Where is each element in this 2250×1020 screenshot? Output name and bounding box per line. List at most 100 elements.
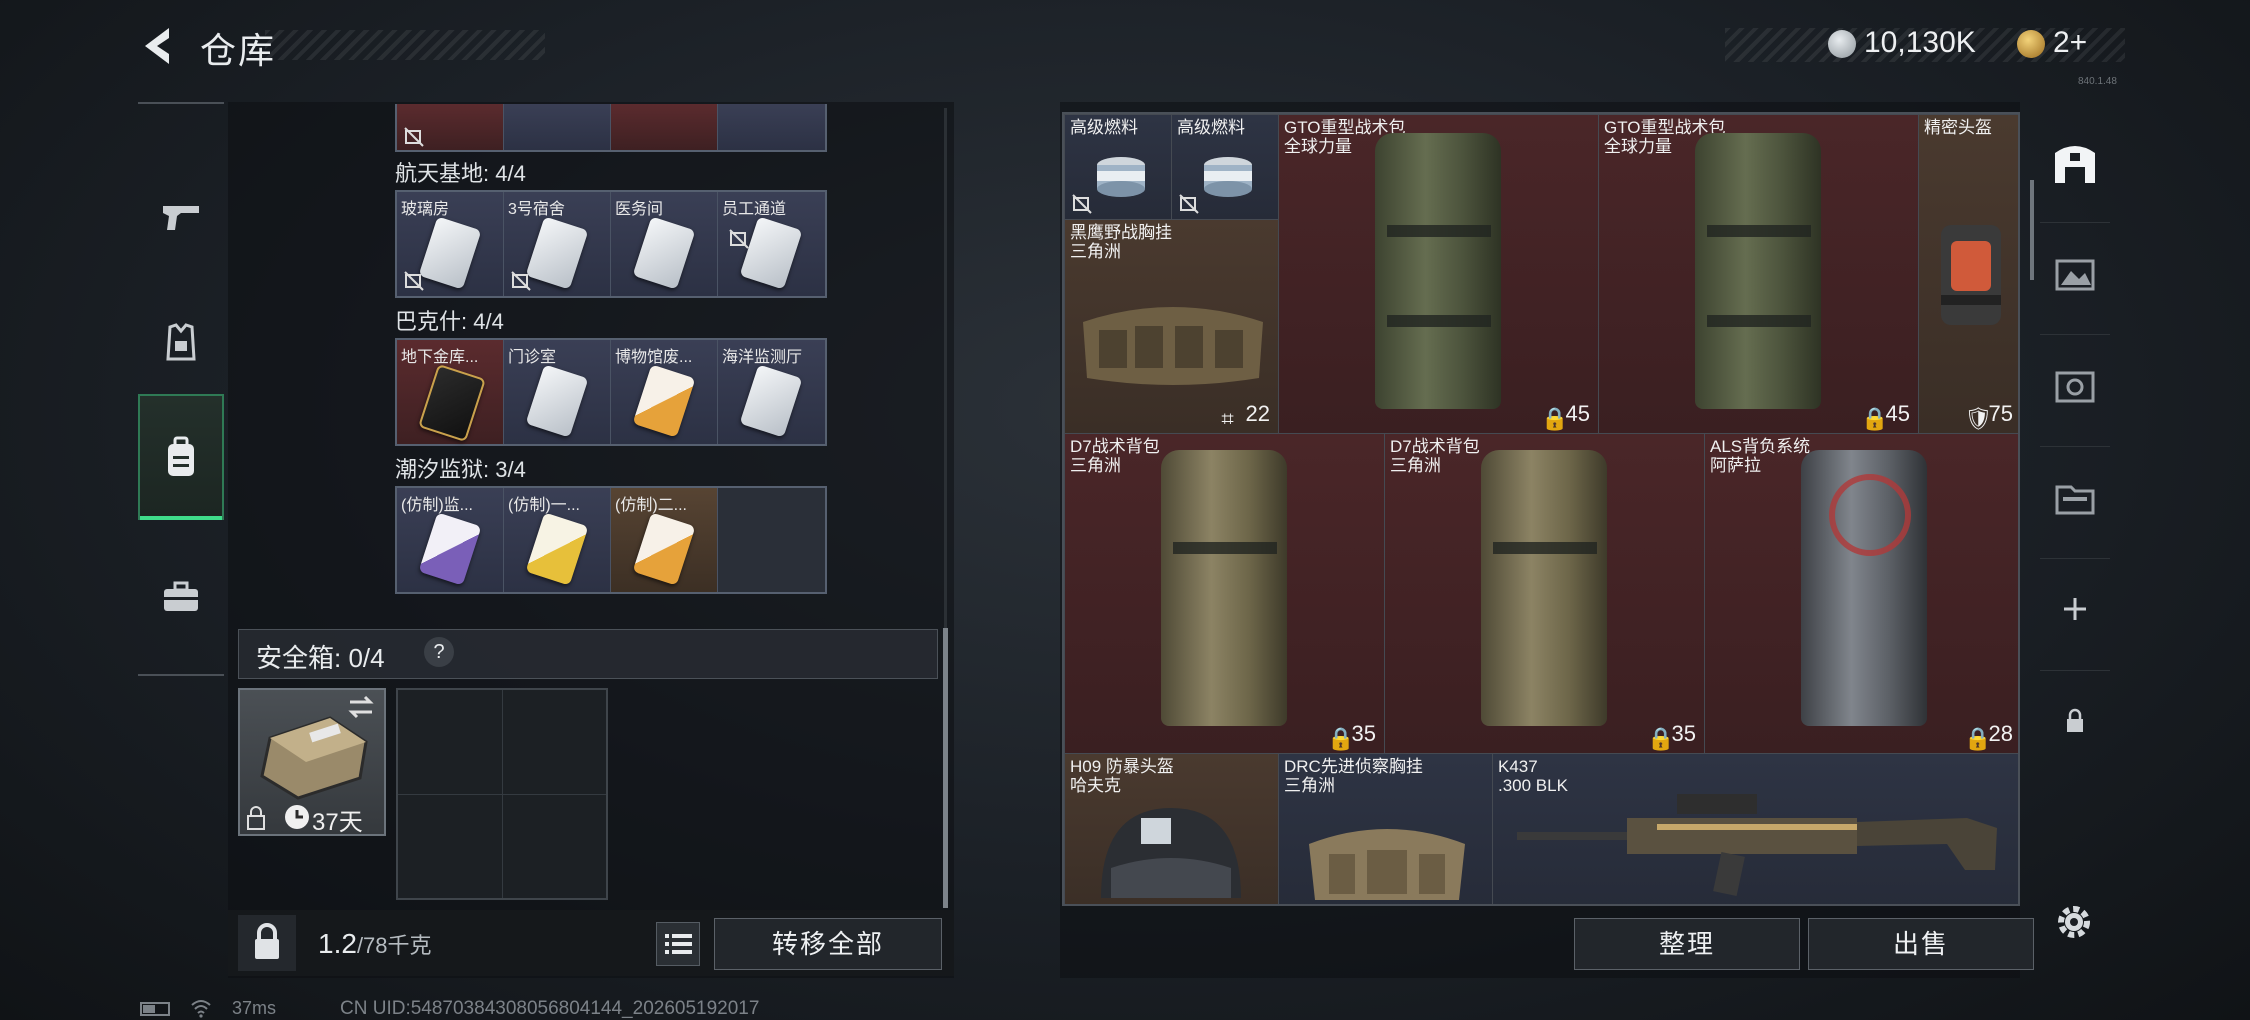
- keycard-item[interactable]: (仿制)一...: [504, 488, 611, 592]
- help-button[interactable]: ?: [424, 637, 454, 667]
- keycard-name: 员工通道: [722, 201, 787, 218]
- clock-icon: [285, 805, 309, 829]
- stash-item[interactable]: K437 .300 BLK: [1492, 753, 2018, 904]
- nav-weapons[interactable]: [138, 154, 224, 280]
- keycard-item[interactable]: 医务间: [611, 192, 718, 296]
- keycard-item[interactable]: 玻璃房: [397, 192, 504, 296]
- item-durability: 🛡 75: [1964, 401, 2013, 432]
- item-origin: 三角洲: [1284, 776, 1335, 795]
- keycard-item[interactable]: 海洋监测厅: [718, 340, 825, 444]
- nav-backpack[interactable]: [138, 394, 224, 520]
- keycard-item[interactable]: 员工通道: [718, 192, 825, 296]
- sort-button[interactable]: 整理: [1574, 918, 1800, 970]
- keycard-item[interactable]: 3号宿舍: [504, 192, 611, 296]
- keycard-image: [739, 364, 803, 438]
- keycard-group-label: 巴克什: 4/4: [395, 309, 504, 334]
- stash-item[interactable]: 黑鹰野战胸挂 三角洲 ⌗ 22: [1064, 219, 1279, 434]
- stash-item[interactable]: GTO重型战术包 全球力量 🔒 45: [1598, 114, 1919, 434]
- keycard-name: 3号宿舍: [508, 201, 565, 218]
- stash-grid: 高级燃料 高级燃料 GTO重型战术包 全球力量 🔒 45 GTO重型战术包 全球…: [1062, 112, 2020, 906]
- keycard-name: 地下金库...: [401, 349, 479, 366]
- back-arrow-icon[interactable]: [135, 22, 183, 70]
- keycard-slot-empty[interactable]: [718, 488, 825, 592]
- stash-tab-main[interactable]: [2040, 112, 2110, 212]
- item-capacity: 🔒 35: [1647, 721, 1696, 752]
- keycard-name: (仿制)监...: [401, 497, 473, 514]
- list-view-button[interactable]: [656, 922, 700, 966]
- keycard-item[interactable]: 门诊室: [504, 340, 611, 444]
- lock-button[interactable]: [238, 915, 296, 971]
- backpack-strap: [1387, 225, 1491, 237]
- no-drop-icon: [729, 229, 749, 249]
- safebox-duration: 37天: [312, 809, 363, 836]
- nav-armor[interactable]: [138, 280, 224, 406]
- settings-gear-icon[interactable]: [2052, 900, 2096, 944]
- keycard-partial[interactable]: [718, 104, 825, 150]
- item-capacity: 🔒 45: [1861, 401, 1910, 432]
- keycard-item[interactable]: (仿制)二...: [611, 488, 718, 592]
- backpack-strap: [1387, 315, 1491, 327]
- keycard-partial[interactable]: [611, 104, 718, 150]
- wifi-icon: [191, 1000, 211, 1018]
- stash-item[interactable]: 高级燃料: [1171, 114, 1279, 220]
- weight-value: 1.2: [318, 928, 357, 959]
- backpack-strap: [1707, 315, 1811, 327]
- stash-item[interactable]: 精密头盔 🛡 75: [1918, 114, 2018, 434]
- fuel-can-image: [1097, 157, 1145, 197]
- silver-currency-value: 10,130K: [1864, 26, 1976, 59]
- keycard-item[interactable]: 地下金库...: [397, 340, 504, 444]
- transfer-all-button[interactable]: 转移全部: [714, 918, 942, 970]
- item-origin: 全球力量: [1284, 137, 1352, 156]
- item-capacity: ⌗ 22: [1221, 401, 1270, 432]
- keycard-name: 医务间: [615, 201, 664, 218]
- safebox-label: 安全箱: 0/4: [256, 643, 385, 673]
- backpack-strap: [1493, 542, 1597, 554]
- add-stash-tab[interactable]: [2040, 558, 2110, 659]
- stash-item[interactable]: ALS背负系统 阿萨拉 🔒 28: [1704, 433, 2018, 754]
- item-name: ALS背负系统: [1710, 437, 1811, 456]
- swap-icon[interactable]: [346, 692, 376, 722]
- no-drop-icon: [404, 271, 424, 291]
- stash-item[interactable]: GTO重型战术包 全球力量 🔒 45: [1278, 114, 1599, 434]
- stash-scrollbar[interactable]: [2030, 180, 2034, 280]
- stash-item[interactable]: D7战术背包 三角洲 🔒 35: [1064, 433, 1385, 754]
- backpack-image: [1481, 450, 1607, 726]
- keycard-row-partial: [395, 104, 827, 152]
- keycard-name: (仿制)二...: [615, 497, 687, 514]
- stash-tab-4-icon: [2055, 485, 2095, 515]
- left-scrollbar[interactable]: [943, 628, 948, 908]
- keycard-partial[interactable]: [397, 104, 504, 150]
- stash-tab-3[interactable]: [2040, 334, 2110, 435]
- stash-tab-2[interactable]: [2040, 222, 2110, 323]
- stash-item[interactable]: DRC先进侦察胸挂 三角洲: [1278, 753, 1493, 904]
- keycard-image: [525, 512, 589, 586]
- stash-item[interactable]: H09 防暴头盔 哈夫克: [1064, 753, 1279, 904]
- keycard-item[interactable]: (仿制)监...: [397, 488, 504, 592]
- item-origin: 三角洲: [1070, 456, 1121, 475]
- locked-stash-tab[interactable]: [2040, 670, 2110, 771]
- sell-button[interactable]: 出售: [1808, 918, 2034, 970]
- keycard-image: [525, 216, 589, 290]
- stash-item[interactable]: 高级燃料: [1064, 114, 1172, 220]
- stash-tab-4[interactable]: [2040, 446, 2110, 547]
- stash-tab-3-icon: [2055, 371, 2095, 403]
- user-uid: CN UID:548703843080568041​44_20260519201…: [340, 998, 760, 1019]
- stash-tab-2-icon: [2055, 259, 2095, 291]
- stash-item[interactable]: D7战术背包 三角洲 🔒 35: [1384, 433, 1705, 754]
- add-tab-icon: [2064, 598, 2086, 620]
- weight-readout: 1.2/78千克: [318, 928, 432, 960]
- backpack-image: [1375, 133, 1501, 409]
- nav-briefcase[interactable]: [138, 534, 224, 660]
- backpack-emblem: [1829, 474, 1911, 556]
- keycard-name: 玻璃房: [401, 201, 450, 218]
- version-label: 840.1.48: [2078, 76, 2117, 87]
- safebox-slot-empty[interactable]: [396, 688, 608, 900]
- pistol-icon: [163, 206, 199, 230]
- gold-currency-value[interactable]: 2+: [2053, 26, 2087, 60]
- keycard-group-label: 潮汐监狱: 3/4: [395, 457, 526, 482]
- keycard-item[interactable]: 博物馆废...: [611, 340, 718, 444]
- chest-rig-image: [1083, 307, 1263, 385]
- title-decoration: [265, 30, 545, 60]
- keycard-partial[interactable]: [504, 104, 611, 150]
- item-capacity: 🔒 45: [1541, 401, 1590, 432]
